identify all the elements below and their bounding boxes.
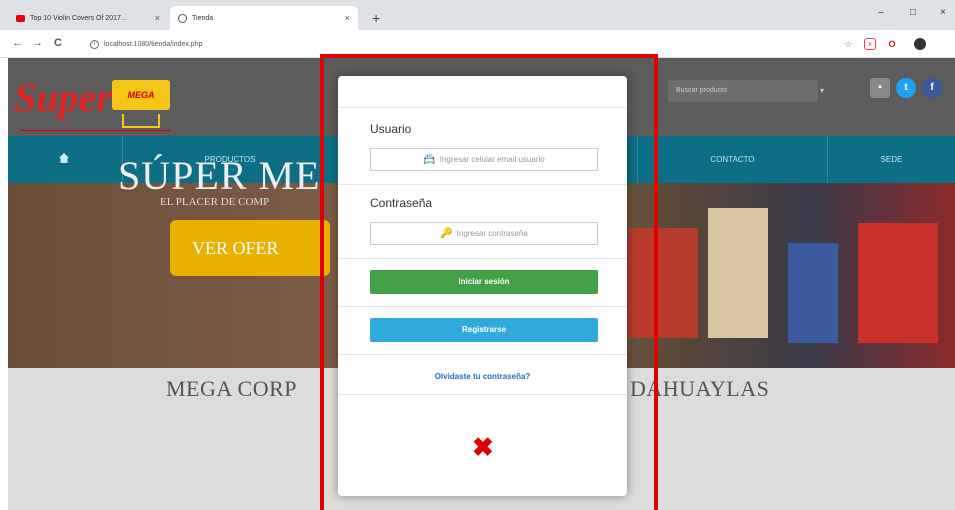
tab-title: Top 10 Violin Covers Of 2017... bbox=[30, 14, 127, 22]
search-input[interactable]: Buscar producto bbox=[668, 80, 818, 102]
login-button[interactable]: Iniciar sesión bbox=[370, 270, 598, 294]
divider bbox=[338, 258, 627, 259]
banner-title: SÚPER ME bbox=[118, 153, 321, 198]
product-image bbox=[858, 223, 938, 343]
divider bbox=[338, 306, 627, 307]
extension-icon[interactable]: x bbox=[864, 38, 876, 50]
divider bbox=[338, 107, 627, 108]
forgot-password-link[interactable]: Olvidaste tu contraseña? bbox=[338, 372, 627, 381]
browser-tab-bar: Top 10 Violin Covers Of 2017... × Tienda… bbox=[0, 0, 955, 30]
profile-icon[interactable] bbox=[914, 38, 926, 50]
new-tab-button[interactable]: + bbox=[372, 10, 380, 26]
user-icon[interactable]: ▪ bbox=[870, 78, 890, 98]
banner-subtitle: EL PLACER DE COMP bbox=[160, 196, 270, 208]
cart-icon bbox=[122, 114, 160, 128]
login-modal: Usuario 📇 Ingresar celular email usuario… bbox=[338, 76, 627, 496]
tab-close-icon[interactable]: × bbox=[345, 13, 350, 23]
home-icon bbox=[59, 153, 69, 163]
offers-button[interactable]: VER OFER bbox=[170, 220, 330, 276]
logo-word[interactable]: Super bbox=[14, 74, 112, 121]
opera-icon[interactable]: O bbox=[886, 38, 898, 50]
forward-button[interactable]: → bbox=[32, 37, 43, 49]
back-button[interactable]: ← bbox=[12, 37, 23, 49]
nav-home[interactable] bbox=[8, 136, 123, 183]
user-placeholder: Ingresar celular email usuario bbox=[439, 155, 545, 164]
product-image bbox=[708, 208, 768, 338]
divider bbox=[338, 354, 627, 355]
url-field[interactable]: i localhost:1080/tienda/index.php bbox=[90, 35, 830, 53]
divider bbox=[338, 394, 627, 395]
logo-badge: MEGA bbox=[112, 80, 170, 110]
minimize-button[interactable]: – bbox=[878, 7, 884, 18]
tab-close-icon[interactable]: × bbox=[155, 13, 160, 23]
logo-underline bbox=[20, 130, 170, 131]
id-card-icon: 📇 bbox=[423, 154, 436, 165]
facebook-icon[interactable]: f bbox=[922, 78, 942, 98]
chevron-down-icon[interactable]: ▾ bbox=[820, 86, 824, 95]
nav-contacto[interactable]: CONTACTO bbox=[638, 136, 828, 183]
password-placeholder: Ingresar contraseña bbox=[456, 229, 528, 238]
user-field[interactable]: 📇 Ingresar celular email usuario bbox=[370, 148, 598, 171]
close-icon[interactable]: ✖ bbox=[472, 434, 494, 460]
star-icon[interactable]: ☆ bbox=[842, 38, 854, 50]
register-button[interactable]: Registrarse bbox=[370, 318, 598, 342]
corporate-title-left: MEGA CORP bbox=[166, 376, 298, 401]
key-icon: 🔑 bbox=[440, 228, 453, 239]
tab-title: Tienda bbox=[192, 14, 214, 22]
close-window-button[interactable]: × bbox=[940, 7, 946, 18]
divider bbox=[338, 184, 627, 185]
globe-icon bbox=[178, 13, 187, 23]
url-text: localhost:1080/tienda/index.php bbox=[104, 40, 203, 48]
reload-button[interactable]: C bbox=[54, 37, 62, 49]
nav-sede[interactable]: SEDE bbox=[828, 136, 955, 183]
maximize-button[interactable]: □ bbox=[910, 7, 916, 18]
password-label: Contraseña bbox=[370, 196, 433, 210]
info-icon[interactable]: i bbox=[90, 39, 99, 49]
youtube-icon bbox=[16, 14, 25, 22]
tab-tienda[interactable]: Tienda × bbox=[170, 6, 358, 30]
twitter-icon[interactable]: t bbox=[896, 78, 916, 98]
user-label: Usuario bbox=[370, 122, 412, 136]
password-field[interactable]: 🔑 Ingresar contraseña bbox=[370, 222, 598, 245]
tab-youtube[interactable]: Top 10 Violin Covers Of 2017... × bbox=[8, 6, 168, 30]
product-image bbox=[788, 243, 838, 343]
